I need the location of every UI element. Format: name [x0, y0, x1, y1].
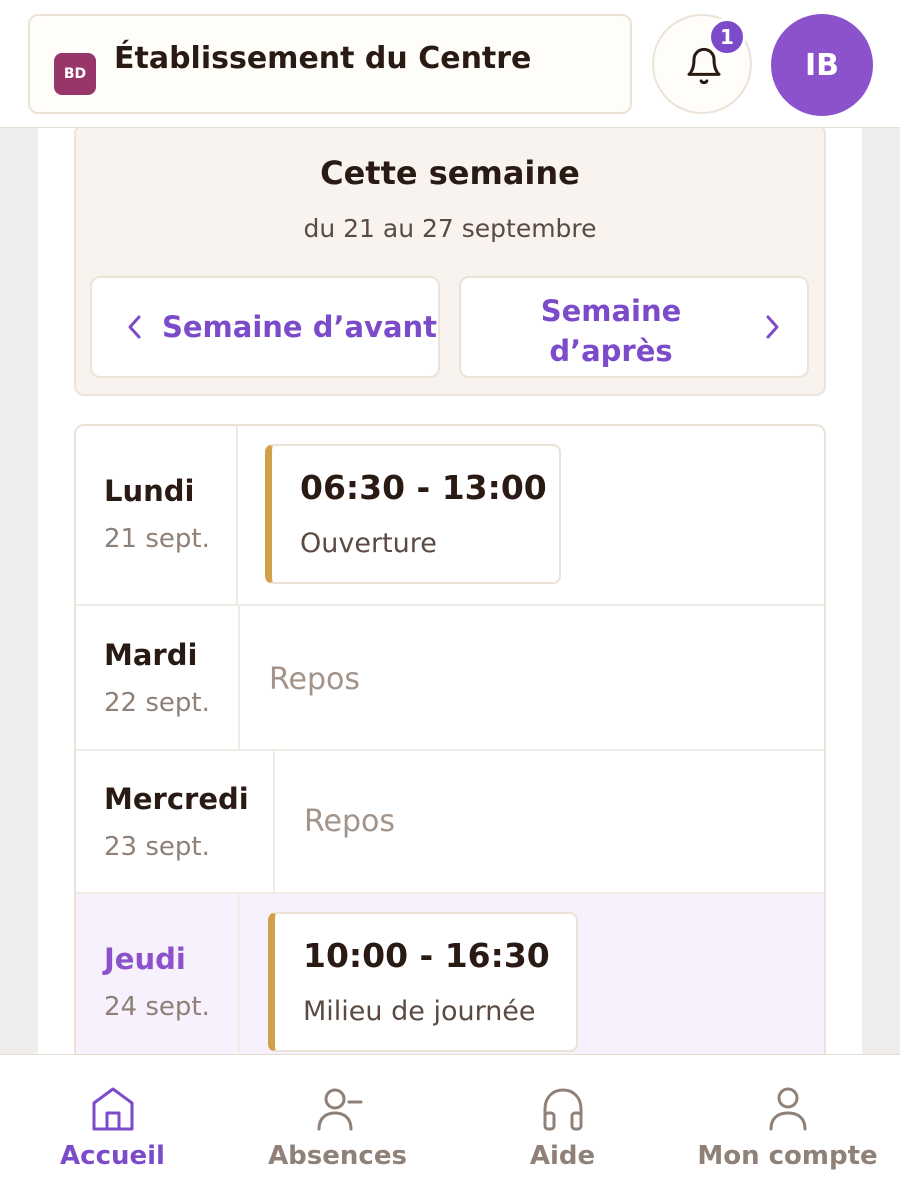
day-name: Jeudi — [104, 942, 186, 976]
organization-name: Établissement du Centre — [114, 41, 532, 76]
main-content: Cette semaine du 21 au 27 septembre Sema… — [38, 128, 862, 1054]
day-date: 24 sept. — [104, 992, 210, 1022]
day-row-thursday: Jeudi 24 sept. 10:00 - 16:30 Milieu de j… — [76, 894, 824, 1054]
shift-time: 10:00 - 16:30 — [303, 936, 550, 975]
day-column: Mercredi 23 sept. — [76, 751, 275, 892]
day-date: 22 sept. — [104, 688, 210, 718]
day-date: 23 sept. — [104, 832, 210, 862]
previous-week-button[interactable]: Semaine d’avant — [90, 276, 440, 378]
rest-status: Repos — [269, 662, 360, 697]
tab-accueil[interactable]: Accueil — [0, 1055, 225, 1200]
day-name: Mercredi — [104, 782, 249, 816]
organization-badge: BD — [54, 53, 96, 95]
chevron-left-icon — [128, 315, 141, 339]
user-minus-icon — [317, 1088, 363, 1131]
shift-time: 06:30 - 13:00 — [300, 468, 547, 507]
day-column: Mardi 22 sept. — [76, 606, 240, 749]
next-week-label: Semaine d’après — [540, 294, 682, 368]
tab-absences[interactable]: Absences — [225, 1055, 450, 1200]
tab-mon-compte[interactable]: Mon compte — [675, 1055, 900, 1200]
rest-status: Repos — [304, 804, 395, 839]
week-range: du 21 au 27 septembre — [303, 214, 597, 243]
day-column: Jeudi 24 sept. — [76, 894, 240, 1054]
tab-aide[interactable]: Aide — [450, 1055, 675, 1200]
app-header: BD Établissement du Centre 1 IB — [0, 0, 900, 128]
day-date: 21 sept. — [104, 524, 210, 554]
user-icon — [769, 1087, 807, 1131]
day-column: Lundi 21 sept. — [76, 426, 238, 604]
day-row-tuesday: Mardi 22 sept. Repos — [76, 606, 824, 751]
home-icon — [92, 1087, 134, 1131]
tab-label: Accueil — [60, 1141, 165, 1171]
next-week-button[interactable]: Semaine d’après — [459, 276, 809, 378]
chevron-right-icon — [766, 315, 779, 339]
notification-count-badge: 1 — [708, 18, 746, 56]
user-avatar[interactable]: IB — [771, 14, 873, 116]
tab-label: Absences — [268, 1141, 407, 1171]
headphones-icon — [543, 1088, 583, 1131]
shift-card[interactable]: 06:30 - 13:00 Ouverture — [265, 444, 561, 584]
previous-week-label: Semaine d’avant — [162, 310, 438, 344]
tab-label: Mon compte — [697, 1141, 878, 1171]
tab-label: Aide — [529, 1141, 596, 1171]
shift-label: Ouverture — [300, 528, 437, 559]
day-name: Lundi — [104, 474, 195, 508]
day-row-wednesday: Mercredi 23 sept. Repos — [76, 751, 824, 894]
week-days-list: Lundi 21 sept. 06:30 - 13:00 Ouverture M… — [74, 424, 826, 1054]
day-row-monday: Lundi 21 sept. 06:30 - 13:00 Ouverture — [76, 426, 824, 606]
week-title: Cette semaine — [320, 154, 580, 192]
week-selector-card: Cette semaine du 21 au 27 septembre Sema… — [74, 128, 826, 396]
bottom-navigation: Accueil Absences Aide Mon compte — [0, 1054, 900, 1200]
shift-label: Milieu de journée — [303, 996, 536, 1027]
day-name: Mardi — [104, 638, 198, 672]
shift-card[interactable]: 10:00 - 16:30 Milieu de journée — [268, 912, 578, 1052]
organization-switcher[interactable]: BD Établissement du Centre — [28, 14, 632, 114]
